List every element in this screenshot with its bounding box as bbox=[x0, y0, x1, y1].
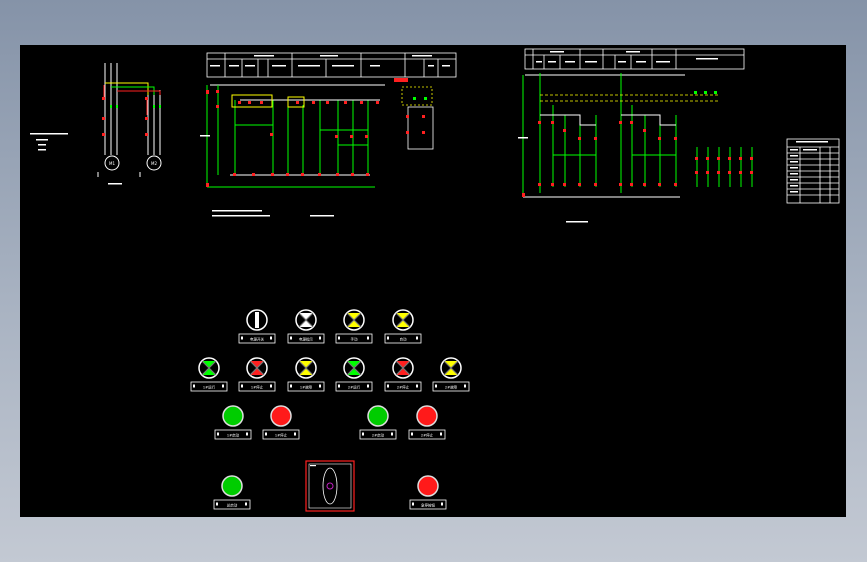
row2-device-4: 2#运行 bbox=[335, 357, 373, 392]
green-pushbutton-icon bbox=[367, 405, 389, 427]
main-selector-switch[interactable] bbox=[305, 460, 355, 512]
row3-device-1[interactable]: 1#启动 bbox=[214, 405, 252, 440]
nameplate-label: 1#启动 bbox=[227, 433, 240, 438]
nameplate-label: 2#故障 bbox=[445, 385, 458, 390]
green-pushbutton-icon bbox=[222, 405, 244, 427]
row2-device-6: 2#故障 bbox=[432, 357, 470, 392]
row2-device-5: 2#停止 bbox=[384, 357, 422, 392]
nameplate-label: 1#运行 bbox=[203, 385, 216, 390]
row1-device-4: 自动 bbox=[384, 309, 422, 344]
red-pushbutton-icon bbox=[270, 405, 292, 427]
nameplate-label: 1#停止 bbox=[275, 433, 288, 438]
row1-device-3: 手动 bbox=[335, 309, 373, 344]
drawing-canvas: M1 M2 电源开关 电源指示 手动 自动 1#运行 1#停止 1#故障 2#运… bbox=[20, 45, 846, 517]
motor-1-label: M1 bbox=[109, 161, 115, 166]
nameplate-label: 手动 bbox=[351, 337, 359, 342]
row4-device-2[interactable]: 急停按钮 bbox=[409, 475, 447, 510]
selector-lever bbox=[255, 312, 259, 328]
nameplate-label: 2#启动 bbox=[372, 433, 385, 438]
control-circuit-1 bbox=[200, 52, 457, 217]
main-power-circuit: M1 M2 bbox=[30, 63, 162, 185]
row3-device-4[interactable]: 2#停止 bbox=[408, 405, 446, 440]
panel-layout: 电源开关 电源指示 手动 自动 1#运行 1#停止 1#故障 2#运行 2#停止 2#故障 1#启动… bbox=[190, 309, 470, 510]
control-circuit-2 bbox=[518, 48, 840, 223]
nameplate-label: 急停按钮 bbox=[421, 503, 435, 508]
red-pushbutton-icon bbox=[416, 405, 438, 427]
red-pushbutton-icon bbox=[417, 475, 439, 497]
cad-drawing: M1 M2 电源开关 电源指示 手动 自动1#运行 1#停止 1#故障 2#运行… bbox=[30, 48, 840, 512]
row4-device-1[interactable]: 总启动 bbox=[213, 475, 251, 510]
row1-device-1[interactable]: 电源开关 bbox=[238, 309, 276, 344]
nameplate-label: 电源指示 bbox=[299, 337, 313, 342]
nameplate-label: 1#故障 bbox=[300, 385, 313, 390]
row3-device-3[interactable]: 2#启动 bbox=[359, 405, 397, 440]
row2-device-3: 1#故障 bbox=[287, 357, 325, 392]
nameplate-label: 2#运行 bbox=[348, 385, 361, 390]
nameplate-label: 2#停止 bbox=[397, 385, 410, 390]
green-pushbutton-icon bbox=[221, 475, 243, 497]
nameplate-label: 总启动 bbox=[227, 503, 238, 508]
motor-2-label: M2 bbox=[151, 161, 157, 166]
nameplate-label: 1#停止 bbox=[251, 385, 264, 390]
row3-device-2[interactable]: 1#停止 bbox=[262, 405, 300, 440]
row2-device-1: 1#运行 bbox=[190, 357, 228, 392]
nameplate-label: 自动 bbox=[400, 337, 408, 342]
row1-device-2: 电源指示 bbox=[287, 309, 325, 344]
nameplate-label: 2#停止 bbox=[421, 433, 434, 438]
nameplate-label: 电源开关 bbox=[250, 337, 264, 342]
row2-device-2: 1#停止 bbox=[238, 357, 276, 392]
